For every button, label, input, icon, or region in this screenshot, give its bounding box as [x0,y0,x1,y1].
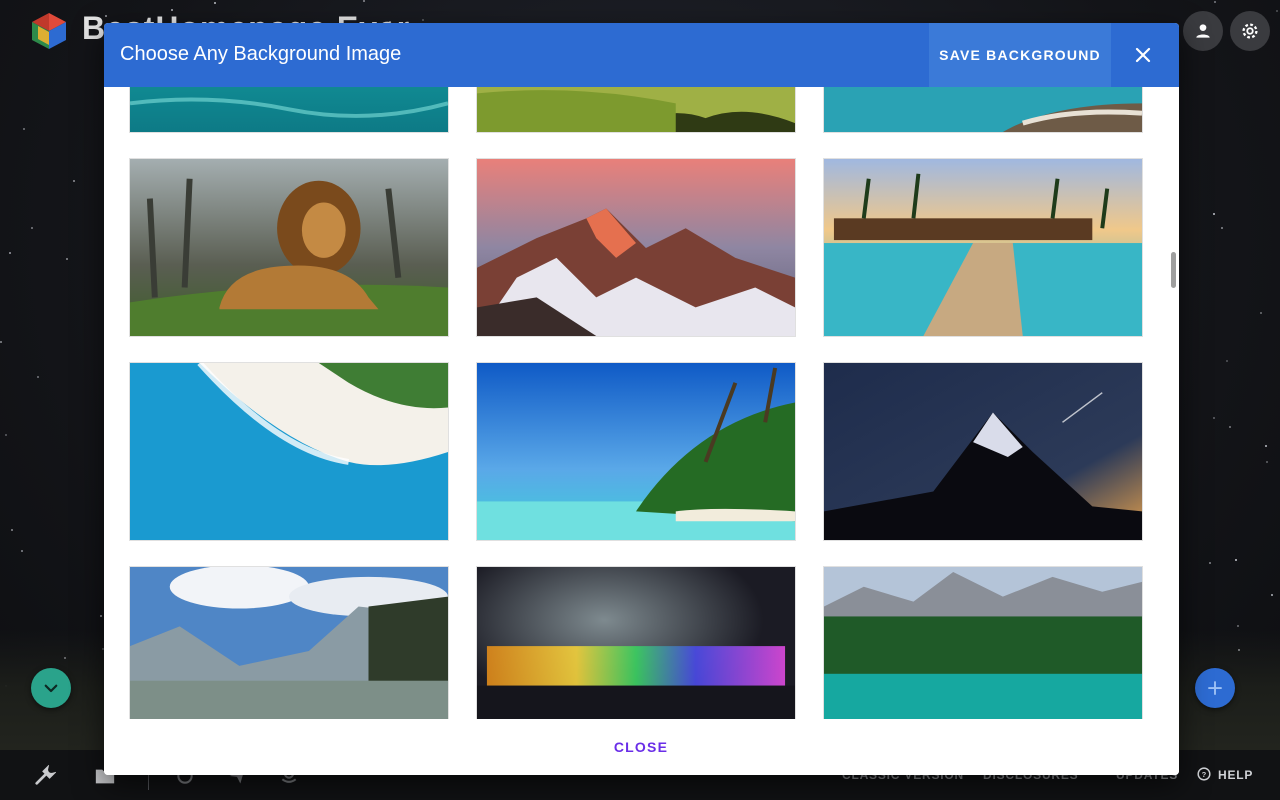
image-grid[interactable] [104,87,1179,719]
star [1265,461,1268,464]
background-thumbnail-mountain-lake[interactable] [129,566,449,719]
background-thumbnail-night-mountain[interactable] [823,362,1143,541]
background-thumbnail-alpine-forest-lake[interactable] [823,566,1143,719]
dialog-header: Choose Any Background Image SAVE BACKGRO… [104,23,1179,87]
app-logo-icon [32,13,66,49]
star [100,615,103,618]
star [1265,444,1268,447]
star [21,550,24,553]
star [1213,212,1216,215]
background-thumbnail-ocean-water[interactable] [129,87,449,133]
star [0,341,3,344]
save-background-button[interactable]: SAVE BACKGROUND [929,23,1111,87]
star [10,529,13,532]
star [1226,360,1229,363]
background-thumbnail-palm-beach[interactable] [476,362,796,541]
star [30,226,33,229]
star [23,127,26,130]
scrollbar-thumb[interactable] [1171,252,1176,288]
star [213,2,216,5]
star [1208,561,1211,564]
star [37,375,39,378]
background-thumbnail-tropical-pier[interactable] [823,158,1143,337]
expand-button[interactable] [31,668,71,708]
background-thumbnail-illuminated-waterfall[interactable] [476,566,796,719]
dialog-footer: CLOSE [104,719,1179,775]
account-button[interactable] [1183,11,1223,51]
dialog-title: Choose Any Background Image [120,43,402,65]
help-link[interactable]: HELP [1218,768,1253,782]
star [1259,311,1262,314]
close-icon [1135,47,1151,63]
plus-icon [1208,681,1222,695]
star [72,179,75,182]
star [422,19,425,22]
star [8,251,11,254]
star [1276,9,1279,12]
background-thumbnail-rocky-coast[interactable] [823,87,1143,133]
person-icon [1196,24,1210,38]
background-thumbnail-lion[interactable] [129,158,449,337]
add-button[interactable] [1195,668,1235,708]
star [1214,1,1217,4]
chevron-down-icon [44,684,58,693]
background-picker-dialog: Choose Any Background Image SAVE BACKGRO… [104,23,1179,775]
gear-icon [1242,23,1258,39]
star [1212,416,1215,419]
star [1237,625,1240,628]
star [4,433,7,436]
wrench-icon[interactable] [33,764,57,788]
close-dialog-button[interactable] [1123,41,1163,69]
background-thumbnail-aerial-beach[interactable] [129,362,449,541]
star [1271,593,1274,596]
help-icon[interactable]: ? [1196,766,1212,782]
background-thumbnail-snowy-peak-sunset[interactable] [476,158,796,337]
star [1220,227,1223,230]
star [66,258,69,261]
svg-text:?: ? [1202,770,1207,779]
star [362,0,365,3]
close-button[interactable]: CLOSE [601,731,681,763]
settings-button[interactable] [1230,11,1270,51]
star [1234,559,1237,562]
star [1229,426,1231,429]
background-thumbnail-green-hills[interactable] [476,87,796,133]
